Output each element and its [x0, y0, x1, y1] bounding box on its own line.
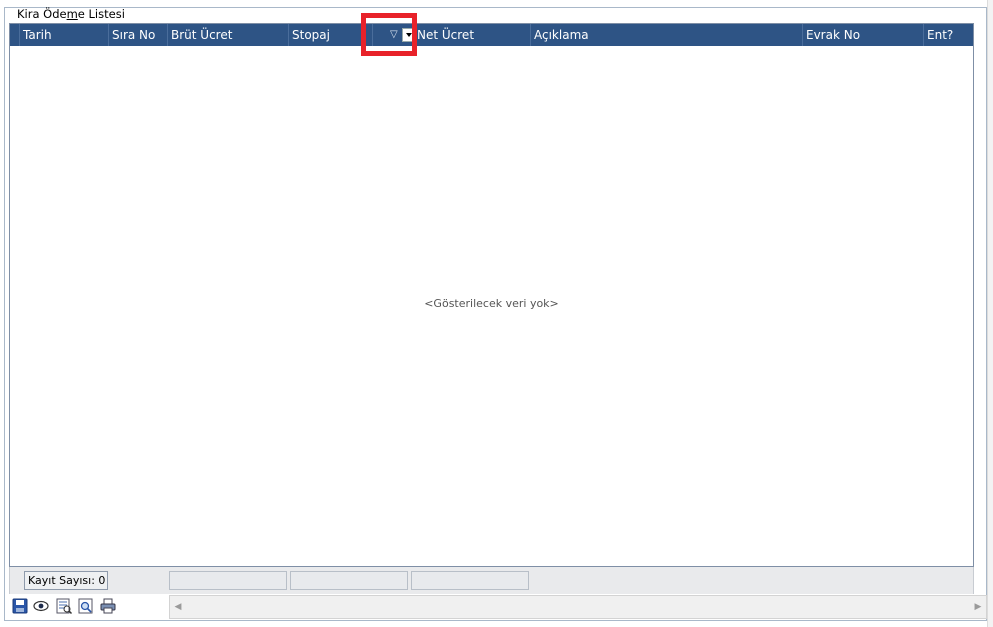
report-icon[interactable] [55, 597, 73, 615]
summary-cell-stopaj [290, 571, 408, 590]
row-indicator-header [10, 24, 20, 46]
column-header-tarih[interactable]: Tarih [20, 24, 109, 46]
column-header-sira-no[interactable]: Sıra No [109, 24, 168, 46]
grid-toolbar [9, 595, 169, 617]
column-header-net-ucret[interactable]: Net Ücret [414, 24, 531, 46]
record-count: Kayıt Sayısı: 0 [24, 571, 108, 590]
view-icon[interactable] [32, 597, 50, 615]
print-icon[interactable] [99, 597, 117, 615]
scroll-left-button[interactable]: ◀ [170, 596, 186, 618]
filter-icon: ▽ [390, 29, 398, 40]
column-header-brut-ucret[interactable]: Brüt Ücret [168, 24, 289, 46]
grid-footer: Kayıt Sayısı: 0 [9, 567, 974, 594]
window-edge [987, 0, 993, 627]
column-header-evrak-no[interactable]: Evrak No [803, 24, 924, 46]
column-header-ent[interactable]: Ent? [924, 24, 974, 46]
grid-header: Tarih Sıra No Brüt Ücret Stopaj ▽ Net Üc… [10, 24, 973, 46]
column-header-aciklama[interactable]: Açıklama [531, 24, 803, 46]
column-header-stopaj[interactable]: Stopaj [289, 24, 373, 46]
summary-cell-net-ucret [411, 571, 529, 590]
preview-icon[interactable] [77, 597, 95, 615]
summary-cell-brut-ucret [169, 571, 287, 590]
scroll-right-button[interactable]: ▶ [970, 596, 986, 618]
empty-data-message: <Gösterilecek veri yok> [424, 297, 559, 310]
groupbox-title: Kira Ödeme Listesi [15, 7, 127, 21]
save-icon[interactable] [11, 597, 29, 615]
horizontal-scrollbar[interactable]: ◀ ▶ [169, 595, 987, 619]
payment-grid[interactable]: Tarih Sıra No Brüt Ücret Stopaj ▽ Net Üc… [9, 23, 974, 567]
column-filter-button[interactable]: ▽ [373, 24, 417, 46]
